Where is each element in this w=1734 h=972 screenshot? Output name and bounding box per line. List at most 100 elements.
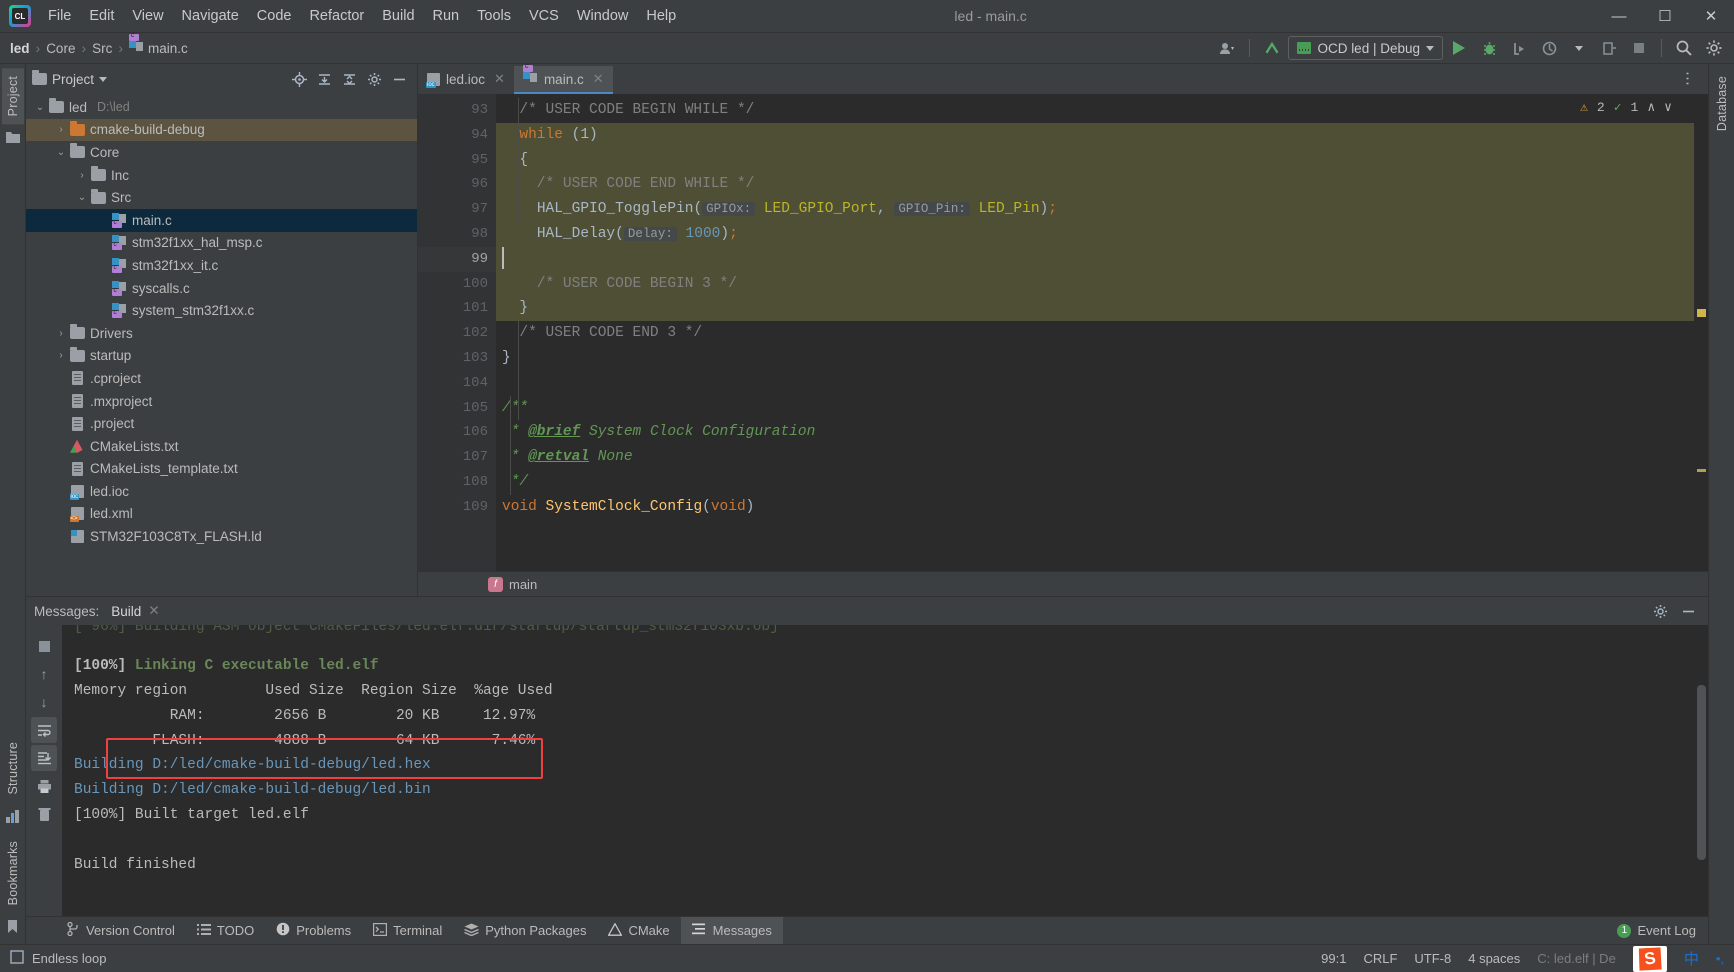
scroll-to-end-icon[interactable] bbox=[31, 745, 57, 771]
run-button[interactable] bbox=[1445, 35, 1473, 61]
chevron-down-icon[interactable]: ⌄ bbox=[53, 147, 69, 158]
messages-tab-build[interactable]: Build ✕ bbox=[111, 603, 159, 619]
attach-to-process-button[interactable] bbox=[1505, 35, 1533, 61]
up-icon[interactable]: ↑ bbox=[31, 661, 57, 687]
build-config-status[interactable]: C: led.elf | De bbox=[1537, 951, 1616, 966]
code-line-94[interactable]: while (1) bbox=[496, 123, 1694, 148]
debug-button[interactable] bbox=[1475, 35, 1503, 61]
tree-item-stm32f103c8tx-flash-ld[interactable]: STM32F103C8Tx_FLASH.ld bbox=[26, 525, 417, 548]
tool-window-button-messages[interactable]: Messages bbox=[681, 917, 783, 944]
line-number-109[interactable]: 109 bbox=[418, 495, 496, 520]
line-number-95[interactable]: 95 bbox=[418, 148, 496, 173]
next-problem-icon[interactable]: ∨ bbox=[1664, 100, 1672, 115]
tool-window-button-version-control[interactable]: Version Control bbox=[56, 917, 186, 944]
line-number-99[interactable]: 99 bbox=[418, 247, 496, 272]
hide-panel-icon[interactable] bbox=[1676, 599, 1700, 623]
tree-item-mxproject[interactable]: .mxproject bbox=[26, 390, 417, 413]
close-button[interactable]: ✕ bbox=[1688, 0, 1734, 33]
expand-all-icon[interactable] bbox=[312, 67, 336, 91]
gear-icon[interactable] bbox=[1648, 599, 1672, 623]
line-number-94[interactable]: 94 bbox=[418, 123, 496, 148]
tree-item-cproject[interactable]: .cproject bbox=[26, 367, 417, 390]
menu-window[interactable]: Window bbox=[568, 3, 638, 29]
line-number-100[interactable]: 100 bbox=[418, 272, 496, 297]
code-line-102[interactable]: /* USER CODE END 3 */ bbox=[496, 321, 1694, 346]
code-line-98[interactable]: HAL_Delay(Delay: 1000); bbox=[496, 222, 1694, 247]
line-number-98[interactable]: 98 bbox=[418, 222, 496, 247]
code-line-101[interactable]: } bbox=[496, 296, 1694, 321]
tree-item-stm32f1xx-hal-msp-c[interactable]: stm32f1xx_hal_msp.c bbox=[26, 232, 417, 255]
menu-refactor[interactable]: Refactor bbox=[300, 3, 373, 29]
scrollbar-thumb[interactable] bbox=[1697, 685, 1706, 860]
line-number-107[interactable]: 107 bbox=[418, 445, 496, 470]
line-number-105[interactable]: 105 bbox=[418, 396, 496, 421]
tree-item-main-c[interactable]: main.c bbox=[26, 209, 417, 232]
code-line-108[interactable]: */ bbox=[496, 470, 1694, 495]
ime-punctuation-indicator[interactable]: •, bbox=[1716, 951, 1724, 966]
chevron-right-icon[interactable]: › bbox=[53, 350, 69, 361]
tree-item-cmake-build-debug[interactable]: ›cmake-build-debug bbox=[26, 119, 417, 142]
tree-item-project[interactable]: .project bbox=[26, 412, 417, 435]
sidebar-tab-structure[interactable]: Structure bbox=[2, 734, 24, 803]
maximize-button[interactable]: ☐ bbox=[1642, 0, 1688, 33]
code-line-93[interactable]: /* USER CODE BEGIN WHILE */ bbox=[496, 98, 1694, 123]
breadcrumb-mainc[interactable]: main.c bbox=[125, 39, 192, 58]
menu-edit[interactable]: Edit bbox=[80, 3, 123, 29]
tool-window-button-terminal[interactable]: Terminal bbox=[362, 917, 453, 944]
menu-view[interactable]: View bbox=[123, 3, 172, 29]
line-number-93[interactable]: 93 bbox=[418, 98, 496, 123]
chevron-right-icon[interactable]: › bbox=[53, 124, 69, 135]
project-tree[interactable]: ⌄ledD:\led›cmake-build-debug⌄Core›Inc⌄Sr… bbox=[26, 94, 417, 596]
marker-warning-1[interactable] bbox=[1697, 309, 1706, 317]
tab-led-ioc[interactable]: led.ioc ✕ bbox=[418, 66, 514, 94]
marker-warning-2[interactable] bbox=[1697, 469, 1706, 472]
code-line-104[interactable] bbox=[496, 371, 1694, 396]
code-line-95[interactable]: { bbox=[496, 148, 1694, 173]
code-line-103[interactable]: } bbox=[496, 346, 1694, 371]
run-configuration-selector[interactable]: OCD led | Debug bbox=[1288, 36, 1443, 60]
indent-setting[interactable]: 4 spaces bbox=[1468, 951, 1520, 966]
breadcrumb-src[interactable]: Src bbox=[88, 39, 116, 58]
sidebar-tab-bookmarks[interactable]: Bookmarks bbox=[2, 833, 24, 913]
print-icon[interactable] bbox=[31, 773, 57, 799]
code-line-99[interactable] bbox=[496, 247, 1694, 272]
bookmark-icon[interactable] bbox=[7, 920, 18, 937]
collapse-all-icon[interactable] bbox=[337, 67, 361, 91]
tree-item-cmakelists-template-txt[interactable]: CMakeLists_template.txt bbox=[26, 458, 417, 481]
menu-tools[interactable]: Tools bbox=[468, 3, 520, 29]
tree-item-led-xml[interactable]: led.xml bbox=[26, 503, 417, 526]
tool-window-button-cmake[interactable]: CMake bbox=[597, 917, 680, 944]
ime-logo-icon[interactable]: S bbox=[1633, 946, 1667, 972]
tool-window-button-todo[interactable]: TODO bbox=[186, 917, 265, 944]
code-line-96[interactable]: /* USER CODE END WHILE */ bbox=[496, 172, 1694, 197]
ime-mode-indicator[interactable]: 中 bbox=[1684, 948, 1699, 969]
menu-code[interactable]: Code bbox=[248, 3, 301, 29]
line-number-101[interactable]: 101 bbox=[418, 296, 496, 321]
file-encoding[interactable]: UTF-8 bbox=[1414, 951, 1451, 966]
hide-panel-icon[interactable] bbox=[387, 67, 411, 91]
close-icon[interactable]: ✕ bbox=[494, 71, 505, 87]
line-number-102[interactable]: 102 bbox=[418, 321, 496, 346]
line-number-gutter[interactable]: 9394959697989910010110210310410510610710… bbox=[418, 94, 496, 571]
tool-window-button-problems[interactable]: Problems bbox=[265, 917, 362, 944]
tree-item-core[interactable]: ⌄Core bbox=[26, 141, 417, 164]
stop-button[interactable] bbox=[1625, 35, 1653, 61]
more-run-button[interactable] bbox=[1595, 35, 1623, 61]
tree-item-led-ioc[interactable]: led.ioc bbox=[26, 480, 417, 503]
code-line-106[interactable]: * @brief System Clock Configuration bbox=[496, 420, 1694, 445]
chevron-right-icon[interactable]: › bbox=[74, 170, 90, 181]
coverage-button[interactable] bbox=[1535, 35, 1563, 61]
chevron-down-icon[interactable] bbox=[99, 77, 107, 82]
code-line-100[interactable]: /* USER CODE BEGIN 3 */ bbox=[496, 272, 1694, 297]
line-number-108[interactable]: 108 bbox=[418, 470, 496, 495]
build-console[interactable]: [ 96%] Building ASM object CMakeFiles/le… bbox=[62, 625, 1708, 916]
tab-main-c[interactable]: main.c ✕ bbox=[514, 66, 613, 94]
close-icon[interactable]: ✕ bbox=[148, 603, 159, 619]
chevron-down-icon[interactable] bbox=[1565, 35, 1593, 61]
code-line-109[interactable]: void SystemClock_Config(void) bbox=[496, 495, 1694, 520]
soft-wrap-icon[interactable] bbox=[31, 717, 57, 743]
profile-icon[interactable] bbox=[1213, 35, 1241, 61]
sidebar-tab-project[interactable]: Project bbox=[2, 68, 24, 124]
line-separator[interactable]: CRLF bbox=[1363, 951, 1397, 966]
close-icon[interactable]: ✕ bbox=[593, 71, 604, 87]
